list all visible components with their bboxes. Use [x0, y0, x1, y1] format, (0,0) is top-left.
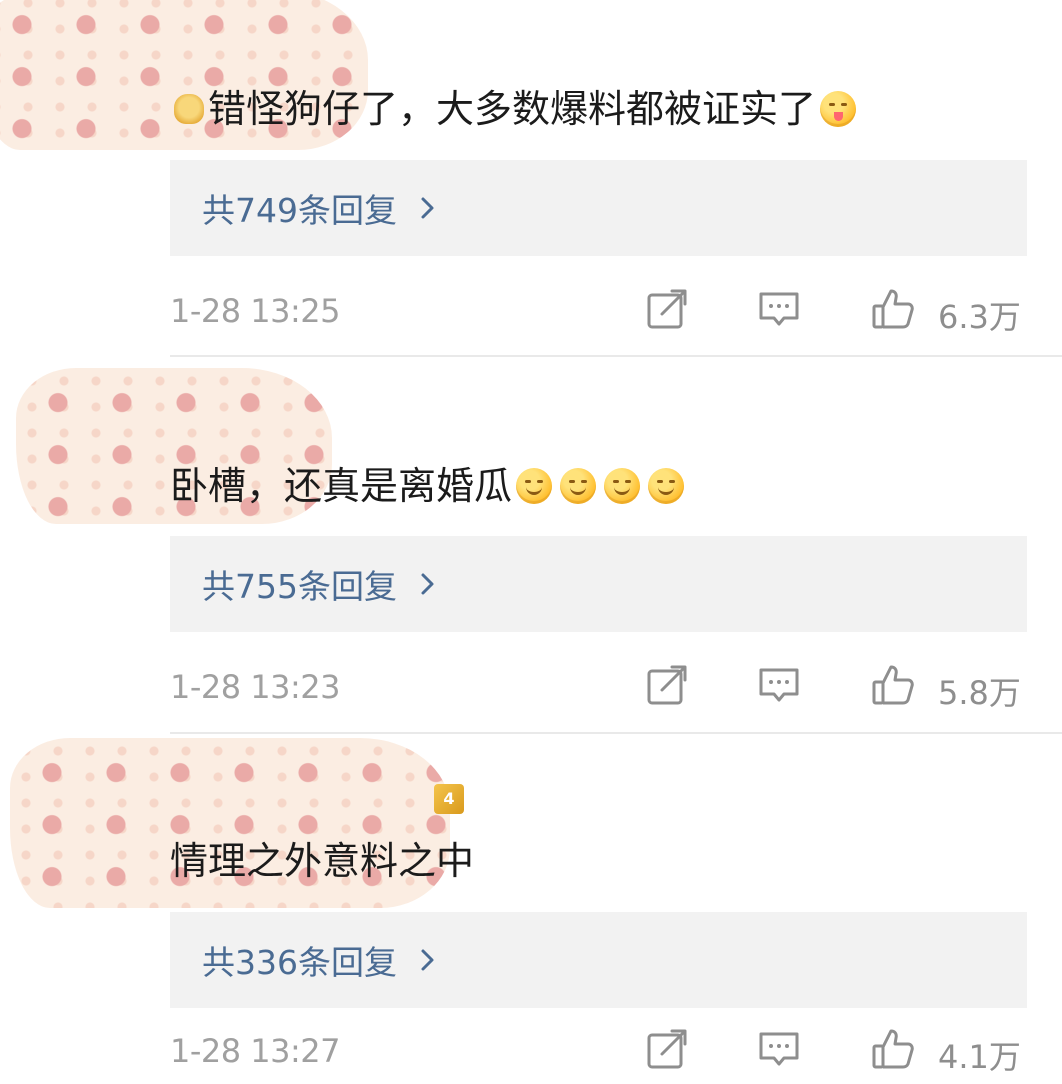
- smile-emoji-icon: [516, 468, 553, 504]
- divider: [170, 355, 1062, 357]
- comment-text-row: 错怪狗仔了，大多数爆料都被证实了: [170, 86, 860, 132]
- comment-text: 卧槽，还真是离婚瓜: [170, 464, 513, 508]
- yum-emoji-icon: [820, 91, 857, 127]
- share-icon[interactable]: [644, 286, 690, 332]
- like-count: 4.1万: [938, 1038, 1021, 1076]
- comment-icon[interactable]: [756, 662, 802, 708]
- thumbs-up-icon[interactable]: [870, 1026, 916, 1072]
- replies-link[interactable]: 共336条回复: [170, 912, 1027, 1008]
- divider: [170, 732, 1062, 734]
- like-count: 6.3万: [938, 298, 1021, 336]
- comment-text-row: 卧槽，还真是离婚瓜: [170, 463, 688, 509]
- comment-text: 错怪狗仔了，大多数爆料都被证实了: [208, 87, 817, 131]
- user-level-badge: 4: [434, 784, 464, 814]
- replies-count: 共749条回复: [202, 191, 397, 230]
- comment-meta: 1-28 13:27 4.1万: [170, 1020, 1030, 1080]
- replies-link[interactable]: 共755条回复: [170, 536, 1027, 632]
- share-icon[interactable]: [644, 662, 690, 708]
- chevron-right-icon: [421, 949, 434, 971]
- comment-meta: 1-28 13:25 6.3万: [170, 280, 1030, 340]
- smile-emoji-icon: [560, 468, 597, 504]
- replies-count: 共755条回复: [202, 567, 397, 606]
- thumbs-up-icon[interactable]: [870, 286, 916, 332]
- doge-emoji-icon: [174, 94, 204, 124]
- comment-text: 情理之外意料之中: [170, 839, 475, 883]
- replies-count: 共336条回复: [202, 943, 397, 982]
- comment-icon[interactable]: [756, 286, 802, 332]
- comment-meta: 1-28 13:23 5.8万: [170, 656, 1030, 716]
- chevron-right-icon: [421, 197, 434, 219]
- timestamp: 1-28 13:25: [170, 292, 341, 330]
- replies-link[interactable]: 共749条回复: [170, 160, 1027, 256]
- chevron-right-icon: [421, 573, 434, 595]
- share-icon[interactable]: [644, 1026, 690, 1072]
- thumbs-up-icon[interactable]: [870, 662, 916, 708]
- timestamp: 1-28 13:23: [170, 668, 341, 706]
- like-count: 5.8万: [938, 674, 1021, 712]
- timestamp: 1-28 13:27: [170, 1032, 341, 1070]
- comment-icon[interactable]: [756, 1026, 802, 1072]
- comment-text-row: 情理之外意料之中: [170, 838, 474, 884]
- smile-emoji-icon: [604, 468, 641, 504]
- smile-emoji-icon: [648, 468, 685, 504]
